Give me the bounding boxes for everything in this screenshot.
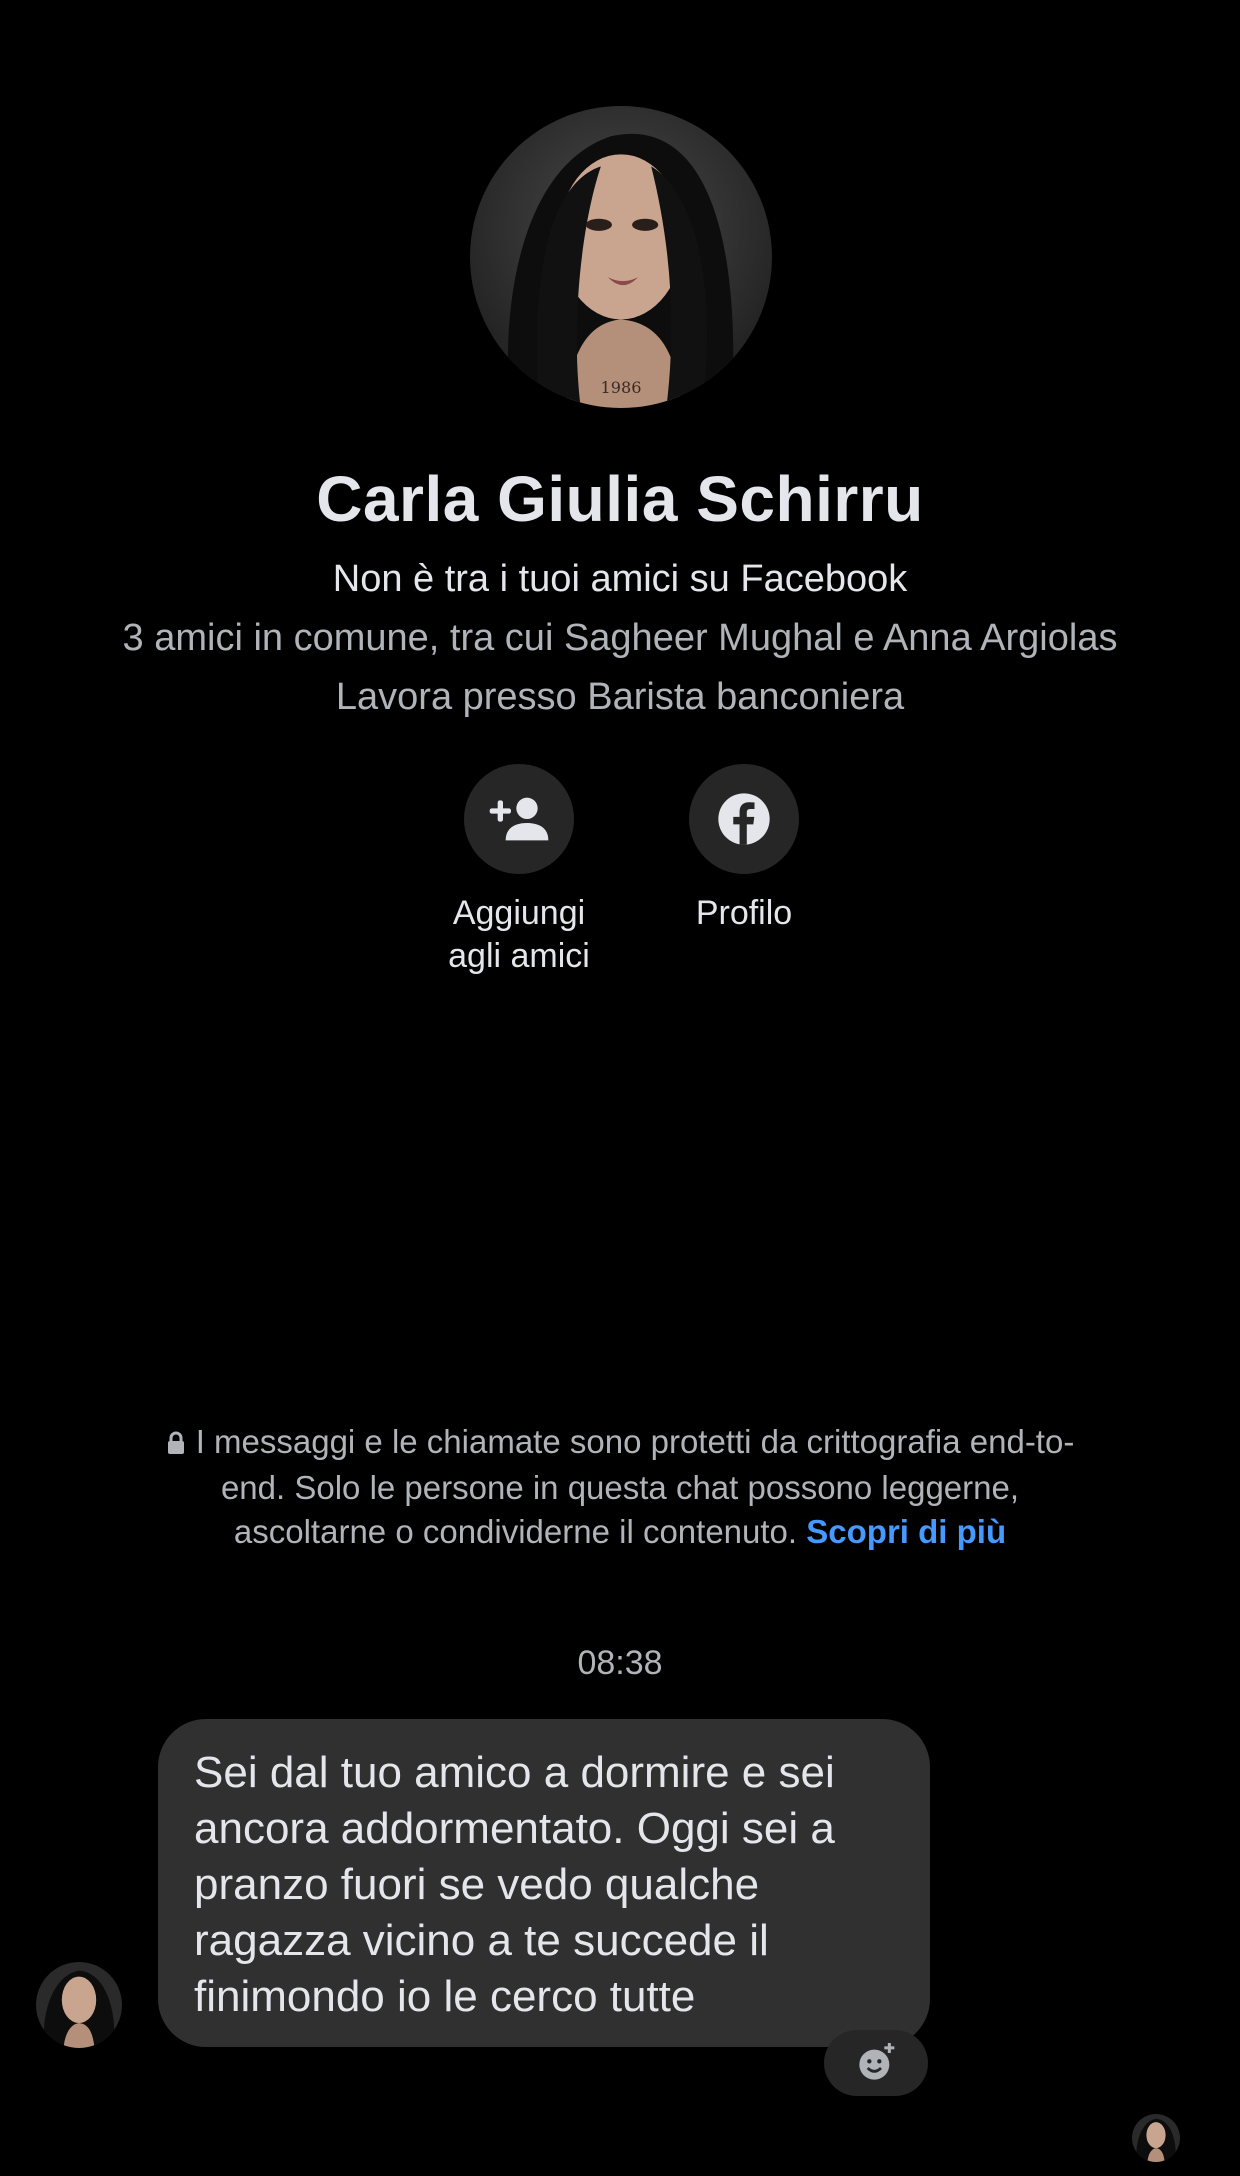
profile-photo: 1986: [470, 106, 772, 408]
add-friend-label-line1: Aggiungi: [452, 894, 586, 932]
add-reaction-icon: [859, 2043, 895, 2080]
message-timestamp: 08:38: [577, 1644, 663, 1682]
add-friend-label-line2: agli amici: [448, 937, 590, 975]
work-info: Lavora presso Barista banconiera: [335, 676, 905, 718]
learn-more-link[interactable]: Scopri di più: [806, 1513, 1006, 1550]
add-friend-button[interactable]: Aggiungi agli amici: [419, 764, 619, 978]
profile-button[interactable]: Profilo: [644, 764, 844, 935]
seen-indicator-avatar: [1132, 2114, 1180, 2162]
encryption-notice: I messaggi e le chiamate sono protetti d…: [150, 1420, 1090, 1554]
svg-text:1986: 1986: [601, 378, 642, 397]
person-add-icon: [489, 797, 549, 841]
lock-icon: [166, 1422, 186, 1466]
message-text: Sei dal tuo amico a dormire e sei ancora…: [194, 1748, 835, 2021]
contact-avatar[interactable]: 1986: [470, 106, 772, 408]
friend-status: Non è tra i tuoi amici su Facebook: [332, 558, 908, 600]
contact-name: Carla Giulia Schirru: [316, 463, 924, 535]
profile-label: Profilo: [695, 894, 793, 932]
sender-avatar-photo: [36, 1962, 122, 2048]
sender-avatar[interactable]: [36, 1962, 122, 2048]
mutual-friends: 3 amici in comune, tra cui Sagheer Mugha…: [122, 617, 1118, 659]
profile-circle[interactable]: [689, 764, 799, 874]
facebook-icon: [718, 793, 770, 845]
seen-avatar-photo: [1132, 2114, 1180, 2162]
message-bubble[interactable]: Sei dal tuo amico a dormire e sei ancora…: [158, 1719, 930, 2047]
add-reaction-button[interactable]: [824, 2030, 928, 2096]
add-friend-circle[interactable]: [464, 764, 574, 874]
